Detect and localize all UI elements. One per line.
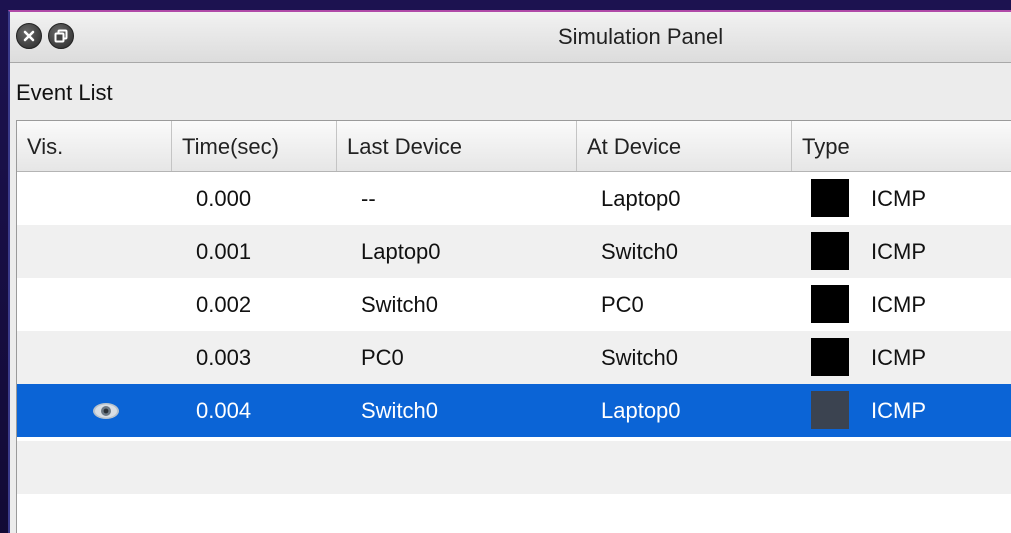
cell-time: 0.002 <box>196 292 252 317</box>
cell-at-device: PC0 <box>601 292 644 317</box>
cell-type: ICMP <box>871 292 926 317</box>
cell-last-device: PC0 <box>361 345 404 370</box>
column-header-time[interactable]: Time(sec) <box>172 121 337 171</box>
cell-time: 0.001 <box>196 239 252 264</box>
cell-at-device: Laptop0 <box>601 398 681 423</box>
simulation-panel-window: Simulation Panel Event List Vis. Time(se… <box>8 10 1011 533</box>
table-row[interactable]: 0.001 Laptop0 Switch0 ICMP <box>17 225 1011 278</box>
table-header: Vis. Time(sec) Last Device At Device Typ… <box>17 121 1011 172</box>
cell-vis[interactable] <box>17 225 172 278</box>
column-header-last-device[interactable]: Last Device <box>337 121 577 171</box>
column-header-at-device[interactable]: At Device <box>577 121 792 171</box>
column-header-type[interactable]: Type <box>792 121 1011 171</box>
color-swatch <box>811 285 849 323</box>
cell-last-device: -- <box>361 186 376 211</box>
table-row[interactable]: 0.003 PC0 Switch0 ICMP <box>17 331 1011 384</box>
cell-last-device: Switch0 <box>361 292 439 317</box>
column-header-vis[interactable]: Vis. <box>17 121 172 171</box>
event-list-table[interactable]: Vis. Time(sec) Last Device At Device Typ… <box>16 120 1011 533</box>
close-button[interactable] <box>16 23 42 49</box>
cell-vis[interactable] <box>17 331 172 384</box>
cell-last-device: Switch0 <box>361 398 439 423</box>
cell-at-device: Switch0 <box>601 345 679 370</box>
window-title: Simulation Panel <box>558 24 724 49</box>
event-list-label: Event List <box>16 80 113 105</box>
empty-row <box>17 441 1011 494</box>
table-row[interactable]: 0.002 Switch0 PC0 ICMP <box>17 278 1011 331</box>
color-swatch <box>811 338 849 376</box>
color-swatch <box>811 179 849 217</box>
cell-time: 0.000 <box>196 186 252 211</box>
close-icon <box>23 30 35 42</box>
color-swatch <box>811 232 849 270</box>
cell-time: 0.004 <box>196 398 252 423</box>
cell-at-device: Switch0 <box>601 239 679 264</box>
color-swatch <box>811 391 849 429</box>
eye-icon <box>93 403 119 419</box>
title-bar: Simulation Panel <box>10 12 1011 63</box>
restore-button[interactable] <box>48 23 74 49</box>
cell-time: 0.003 <box>196 345 252 370</box>
table-row[interactable]: 0.000 -- Laptop0 ICMP <box>17 172 1011 225</box>
cell-last-device: Laptop0 <box>361 239 441 264</box>
cell-at-device: Laptop0 <box>601 186 681 211</box>
cell-vis[interactable] <box>17 384 172 437</box>
desktop-background: Simulation Panel Event List Vis. Time(se… <box>0 0 1011 533</box>
table-row[interactable]: 0.004 Switch0 Laptop0 ICMP <box>17 384 1011 437</box>
cell-type: ICMP <box>871 186 926 211</box>
cell-type: ICMP <box>871 398 926 423</box>
cell-type: ICMP <box>871 345 926 370</box>
cell-type: ICMP <box>871 239 926 264</box>
cell-vis[interactable] <box>17 172 172 225</box>
cell-vis[interactable] <box>17 278 172 331</box>
restore-icon <box>54 29 68 43</box>
